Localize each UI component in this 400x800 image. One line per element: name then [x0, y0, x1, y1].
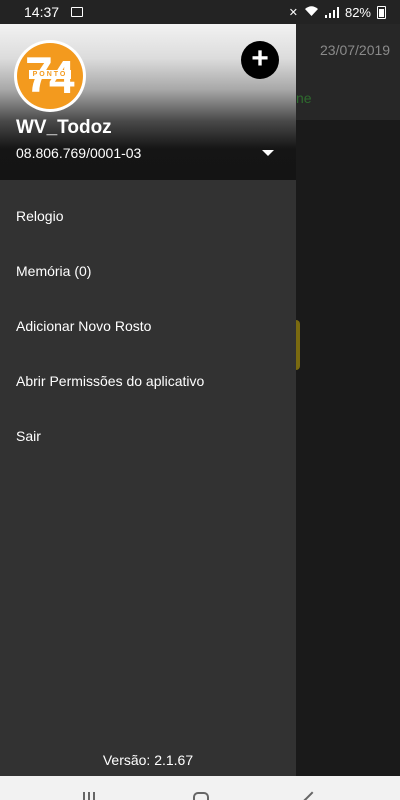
avatar[interactable]: 7 4 PONTO: [14, 40, 86, 112]
menu-item-sair[interactable]: Sair: [0, 408, 296, 463]
background-app: 23/07/2019 ne: [296, 24, 400, 776]
menu-item-adicionar-rosto[interactable]: Adicionar Novo Rosto: [0, 298, 296, 353]
status-time: 14:37: [24, 4, 60, 20]
screen: 14:37 ✕ 82% 23/07/2019 ne 7 4: [0, 0, 400, 800]
background-yellow-element: [296, 320, 300, 370]
username: WV_Todoz: [16, 117, 112, 138]
recent-apps-icon[interactable]: [83, 792, 97, 800]
battery-icon: [377, 5, 386, 19]
menu-item-memoria[interactable]: Memória (0): [0, 243, 296, 298]
menu-item-label: Memória (0): [16, 262, 92, 279]
menu-item-relogio[interactable]: Relogio: [0, 188, 296, 243]
image-icon: [71, 7, 84, 17]
battery-text: 82%: [344, 4, 371, 20]
menu-item-label: Relogio: [16, 207, 64, 224]
logo-text: PONTO: [29, 70, 71, 79]
status-bar: 14:37 ✕ 82%: [0, 0, 400, 24]
menu-item-permissoes[interactable]: Abrir Permissões do aplicativo: [0, 353, 296, 408]
navigation-bar: [0, 776, 400, 800]
signal-icon: [324, 6, 339, 18]
plus-icon: +: [251, 42, 269, 75]
drawer-menu: Relogio Memória (0) Adicionar Novo Rosto…: [0, 188, 296, 463]
ponto-logo: 7 4 PONTO: [17, 43, 83, 109]
menu-item-label: Sair: [16, 427, 41, 444]
home-icon[interactable]: [193, 792, 209, 800]
drawer-header: 7 4 PONTO + WV_Todoz 08.806.769/0001-03: [0, 24, 296, 180]
background-date: 23/07/2019: [320, 42, 391, 58]
wifi-icon: [304, 5, 319, 20]
status-right: ✕ 82%: [289, 5, 386, 20]
menu-item-label: Adicionar Novo Rosto: [16, 317, 152, 334]
caret-down-icon[interactable]: [262, 150, 274, 156]
background-header: 23/07/2019 ne: [296, 24, 400, 120]
cnpj: 08.806.769/0001-03: [16, 145, 142, 161]
mute-icon: ✕: [288, 6, 298, 19]
background-green-text: ne: [296, 90, 312, 106]
menu-item-label: Abrir Permissões do aplicativo: [16, 372, 205, 389]
navigation-drawer: 7 4 PONTO + WV_Todoz 08.806.769/0001-03 …: [0, 24, 296, 776]
app-version: Versão: 2.1.67: [102, 752, 194, 768]
back-icon[interactable]: [303, 791, 321, 800]
add-account-button[interactable]: +: [241, 41, 279, 79]
